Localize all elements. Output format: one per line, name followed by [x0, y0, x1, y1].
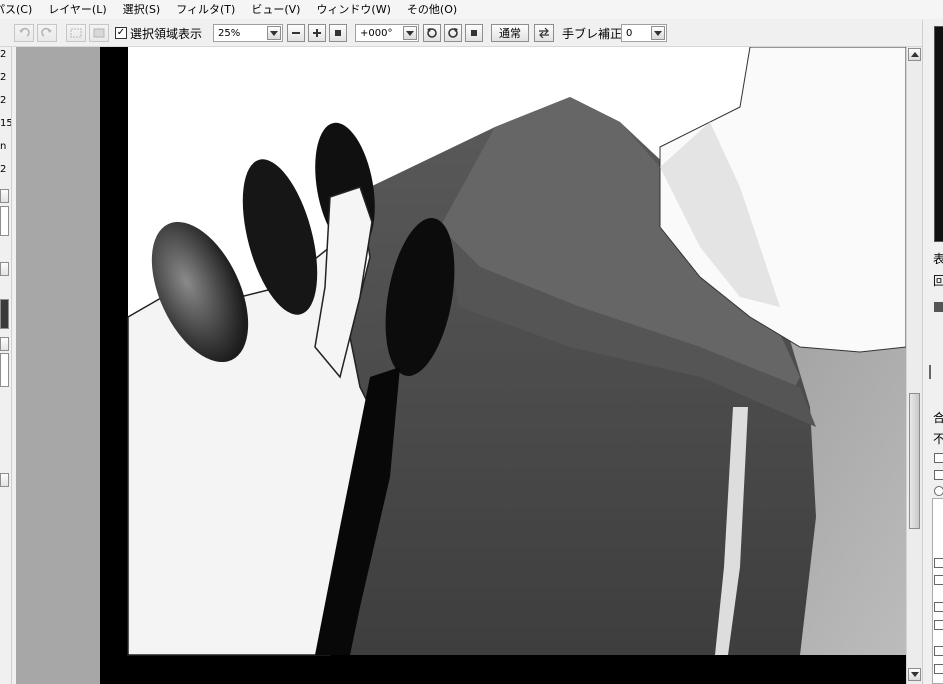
vertical-scrollbar[interactable]: [906, 47, 922, 684]
stabilizer-value: 0: [626, 27, 633, 39]
selection-display-toggle[interactable]: ✓ 選択領域表示: [115, 24, 202, 42]
layer-visibility-checkbox[interactable]: [934, 575, 943, 585]
texture-preview: [0, 353, 9, 387]
panel-scroll-arrow[interactable]: [0, 337, 9, 351]
stabilizer-select[interactable]: 0: [621, 24, 667, 42]
chevron-down-icon: [406, 30, 414, 36]
rotation-reset-button[interactable]: [465, 24, 483, 42]
brush-size-value[interactable]: 2: [0, 49, 6, 60]
stabilizer-label: 手ブレ補正: [562, 26, 623, 41]
panel-collapse-bar[interactable]: [934, 302, 943, 312]
rotate-left-button[interactable]: [423, 24, 441, 42]
zoom-out-button[interactable]: [287, 24, 305, 42]
plus-icon: [313, 29, 321, 37]
menu-select[interactable]: 選択(S): [115, 0, 169, 19]
brush-size-panel: 2 2 2 15 n 2: [0, 47, 12, 684]
artwork-illustration: [127, 47, 906, 656]
brush-size-value[interactable]: 2: [0, 164, 6, 175]
layer-option-label: 不: [933, 430, 943, 447]
zoom-select[interactable]: 25%: [213, 24, 283, 42]
menu-other[interactable]: その他(O): [399, 0, 465, 19]
rotate-left-icon: [427, 28, 437, 38]
brush-size-value[interactable]: 15: [0, 118, 11, 129]
scroll-down-button[interactable]: [908, 668, 921, 681]
brush-size-value[interactable]: 2: [0, 95, 6, 106]
scroll-up-button[interactable]: [908, 48, 921, 61]
rotation-value: +000°: [360, 27, 393, 39]
zoom-in-button[interactable]: [308, 24, 326, 42]
undo-icon: [19, 27, 30, 37]
selection-display-checkbox[interactable]: ✓: [115, 27, 127, 39]
layer-visibility-checkbox[interactable]: [934, 602, 943, 612]
toolbar: ✓ 選択領域表示 25% +000° 通常 手ブレ補正 0: [0, 20, 943, 47]
selection-clear-icon: [70, 28, 82, 38]
chevron-up-icon: [910, 52, 919, 57]
blend-mode-label: 通常: [499, 27, 521, 40]
layer-list[interactable]: [932, 498, 943, 684]
minus-icon: [292, 32, 300, 34]
flip-horizontal-icon: [539, 27, 549, 39]
scroll-thumb[interactable]: [909, 393, 920, 529]
menu-window[interactable]: ウィンドウ(W): [308, 0, 398, 19]
panel-dropdown[interactable]: [0, 262, 9, 276]
layer-option-checkbox[interactable]: [934, 470, 943, 480]
stabilizer-dropdown-arrow[interactable]: [651, 26, 665, 40]
clear-selection-button[interactable]: [66, 24, 86, 42]
panel-scroll-arrow[interactable]: [0, 189, 9, 203]
menu-filter[interactable]: フィルタ(T): [168, 0, 243, 19]
right-panel: 表 回 合 不: [922, 20, 943, 684]
brush-preview: [0, 206, 9, 236]
zoom-reset-button[interactable]: [329, 24, 347, 42]
rotation-dropdown-arrow[interactable]: [403, 26, 417, 40]
navigator-label: 表: [933, 250, 943, 267]
layer-option-radio[interactable]: [934, 486, 943, 496]
navigator-label: 回: [933, 272, 943, 289]
drawing-document[interactable]: [100, 47, 906, 684]
rotate-right-button[interactable]: [444, 24, 462, 42]
redo-button[interactable]: [37, 24, 57, 42]
layer-option-label: 合: [933, 409, 943, 426]
layer-visibility-checkbox[interactable]: [934, 664, 943, 674]
layer-visibility-checkbox[interactable]: [934, 558, 943, 568]
chevron-down-icon: [270, 30, 278, 36]
crop-selection-button[interactable]: [89, 24, 109, 42]
rotation-select[interactable]: +000°: [355, 24, 419, 42]
layer-option-checkbox[interactable]: [934, 453, 943, 463]
brush-size-value[interactable]: 2: [0, 72, 6, 83]
panel-dropdown[interactable]: [0, 473, 9, 487]
rotate-right-icon: [448, 28, 458, 38]
menu-path[interactable]: パス(C): [0, 0, 40, 19]
selection-display-label: 選択領域表示: [130, 26, 203, 41]
panel-divider: [929, 365, 931, 379]
selection-crop-icon: [93, 28, 105, 38]
layer-visibility-checkbox[interactable]: [934, 620, 943, 630]
navigator-preview[interactable]: [934, 26, 943, 242]
color-swatch[interactable]: [0, 299, 9, 329]
menubar: パス(C) レイヤー(L) 選択(S) フィルタ(T) ビュー(V) ウィンドウ…: [0, 0, 943, 19]
square-icon: [335, 30, 341, 36]
chevron-down-icon: [910, 672, 919, 677]
layer-visibility-checkbox[interactable]: [934, 646, 943, 656]
redo-icon: [41, 27, 52, 37]
menu-layer[interactable]: レイヤー(L): [40, 0, 114, 19]
undo-button[interactable]: [14, 24, 34, 42]
blend-mode-button[interactable]: 通常: [491, 24, 529, 42]
zoom-value: 25%: [218, 27, 241, 39]
menu-view[interactable]: ビュー(V): [243, 0, 308, 19]
canvas-area[interactable]: [16, 47, 906, 684]
chevron-down-icon: [654, 30, 662, 36]
flip-horizontal-button[interactable]: [534, 24, 554, 42]
square-icon: [471, 30, 477, 36]
brush-size-value[interactable]: n: [0, 141, 6, 152]
zoom-dropdown-arrow[interactable]: [267, 26, 281, 40]
